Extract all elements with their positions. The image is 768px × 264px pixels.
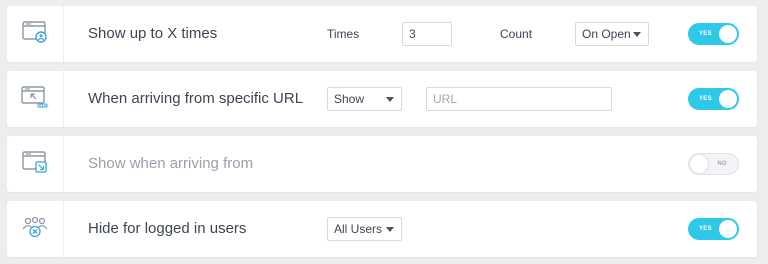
times-label: Times bbox=[327, 27, 360, 41]
users-group-icon bbox=[21, 216, 49, 243]
rule-title: When arriving from specific URL bbox=[88, 90, 304, 107]
caret-down-icon bbox=[386, 227, 394, 232]
rule-title: Show up to X times bbox=[88, 25, 218, 42]
toggle-knob bbox=[719, 220, 737, 238]
toggle-label: YES bbox=[699, 96, 712, 102]
users-select[interactable]: All Users bbox=[327, 217, 402, 241]
toggle-label: YES bbox=[699, 226, 712, 232]
toggle-label: NO bbox=[717, 161, 727, 167]
toggle-knob bbox=[690, 155, 708, 173]
rule-toggle[interactable]: NO bbox=[688, 153, 739, 175]
rule-row-logged-in-users: Hide for logged in users All Users YES bbox=[7, 201, 757, 257]
rule-toggle[interactable]: YES bbox=[688, 88, 739, 110]
show-select[interactable]: Show bbox=[327, 87, 402, 111]
count-select[interactable]: On Open bbox=[575, 22, 649, 46]
users-select-value: All Users bbox=[334, 222, 383, 236]
caret-down-icon bbox=[633, 32, 641, 37]
window-user-icon bbox=[22, 20, 48, 48]
times-input[interactable]: 3 bbox=[402, 22, 452, 46]
toggle-label: YES bbox=[699, 31, 712, 37]
rule-row-arriving-from: Show when arriving from NO bbox=[7, 136, 757, 192]
window-arrow-icon bbox=[22, 150, 48, 178]
rule-row-specific-url: When arriving from specific URL Show URL… bbox=[7, 71, 757, 127]
count-label: Count bbox=[500, 27, 533, 41]
caret-down-icon bbox=[386, 97, 394, 102]
show-select-value: Show bbox=[334, 92, 365, 106]
rule-title: Hide for logged in users bbox=[88, 220, 247, 237]
count-select-value: On Open bbox=[582, 27, 631, 41]
rule-toggle[interactable]: YES bbox=[688, 218, 739, 240]
rule-title: Show when arriving from bbox=[88, 155, 254, 172]
url-input[interactable]: URL bbox=[426, 87, 612, 111]
toggle-knob bbox=[719, 90, 737, 108]
rule-toggle[interactable]: YES bbox=[688, 23, 739, 45]
window-cursor-icon bbox=[21, 85, 49, 113]
rule-row-show-up-to-x-times: Show up to X times Times 3 Count On Open… bbox=[7, 6, 757, 62]
toggle-knob bbox=[719, 25, 737, 43]
